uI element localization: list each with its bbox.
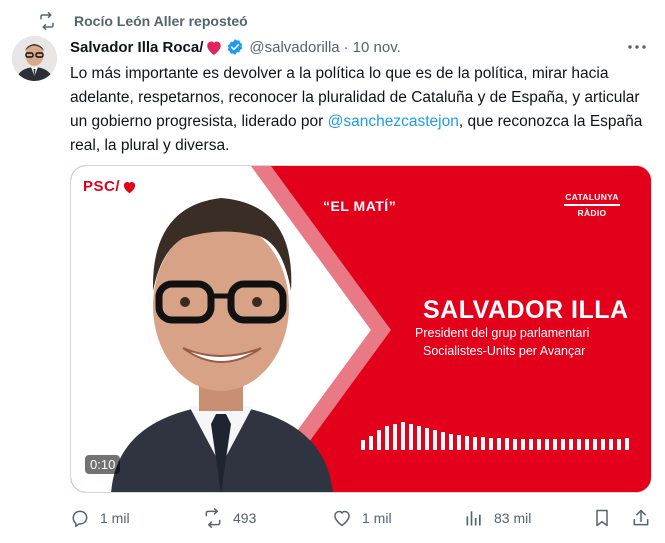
verified-badge-icon[interactable] xyxy=(226,38,244,56)
speaker-name: SALVADOR ILLA xyxy=(423,296,629,324)
like-icon xyxy=(332,508,352,528)
repost-icon xyxy=(38,12,56,30)
avatar[interactable] xyxy=(12,36,57,81)
red-heart-icon xyxy=(205,39,223,56)
video-media[interactable]: PSC/ “EL MATÍ” CATALUNYA RÀDIO SALVADOR … xyxy=(70,165,652,493)
more-options-icon[interactable] xyxy=(627,38,647,56)
repost-context: Rocío León Aller reposteó xyxy=(38,11,248,31)
like-count: 1 mil xyxy=(362,510,392,526)
radio-logo-line1: CATALUNYA xyxy=(565,192,619,202)
radio-logo-bar xyxy=(564,204,620,206)
tweet-text: Lo más importante es devolver a la polít… xyxy=(70,62,650,158)
reply-icon xyxy=(70,508,90,528)
bookmark-button[interactable] xyxy=(592,507,612,529)
reply-count: 1 mil xyxy=(100,510,130,526)
radio-logo-line2: RÀDIO xyxy=(577,208,607,218)
radio-logo: CATALUNYA RÀDIO xyxy=(557,192,627,218)
party-logo: PSC/ xyxy=(83,178,137,195)
mention-link[interactable]: @sanchezcastejon xyxy=(328,113,459,130)
reposted-by-text[interactable]: Rocío León Aller reposteó xyxy=(74,13,248,29)
bookmark-icon xyxy=(592,508,612,528)
like-button[interactable]: 1 mil xyxy=(332,507,392,529)
action-bar: 1 mil 493 1 mil 83 mil xyxy=(70,507,655,531)
author-handle[interactable]: @salvadorilla xyxy=(249,39,339,56)
repost-action-icon xyxy=(203,508,223,528)
speaker-role-line2: Socialistes-Units per Avançar xyxy=(423,344,586,358)
tweet-date[interactable]: 10 nov. xyxy=(353,39,401,56)
audio-waveform xyxy=(361,422,629,450)
views-count: 83 mil xyxy=(494,510,532,526)
party-heart-icon xyxy=(122,180,137,194)
share-icon xyxy=(631,508,651,528)
views-icon xyxy=(464,508,484,528)
tweet-header: Salvador Illa Roca/ @salvadorilla · 10 n… xyxy=(70,36,655,58)
party-logo-text: PSC/ xyxy=(83,178,121,195)
share-button[interactable] xyxy=(631,507,651,529)
views-button[interactable]: 83 mil xyxy=(464,507,531,529)
repost-button[interactable]: 493 xyxy=(203,507,256,529)
reply-button[interactable]: 1 mil xyxy=(70,507,130,529)
author-name[interactable]: Salvador Illa Roca/ xyxy=(70,39,203,56)
speaker-role-line1: President del grup parlamentari xyxy=(415,326,590,340)
show-title: “EL MATÍ” xyxy=(323,198,397,214)
separator-dot: · xyxy=(343,38,349,56)
duration-badge: 0:10 xyxy=(85,455,121,474)
repost-count: 493 xyxy=(233,510,257,526)
